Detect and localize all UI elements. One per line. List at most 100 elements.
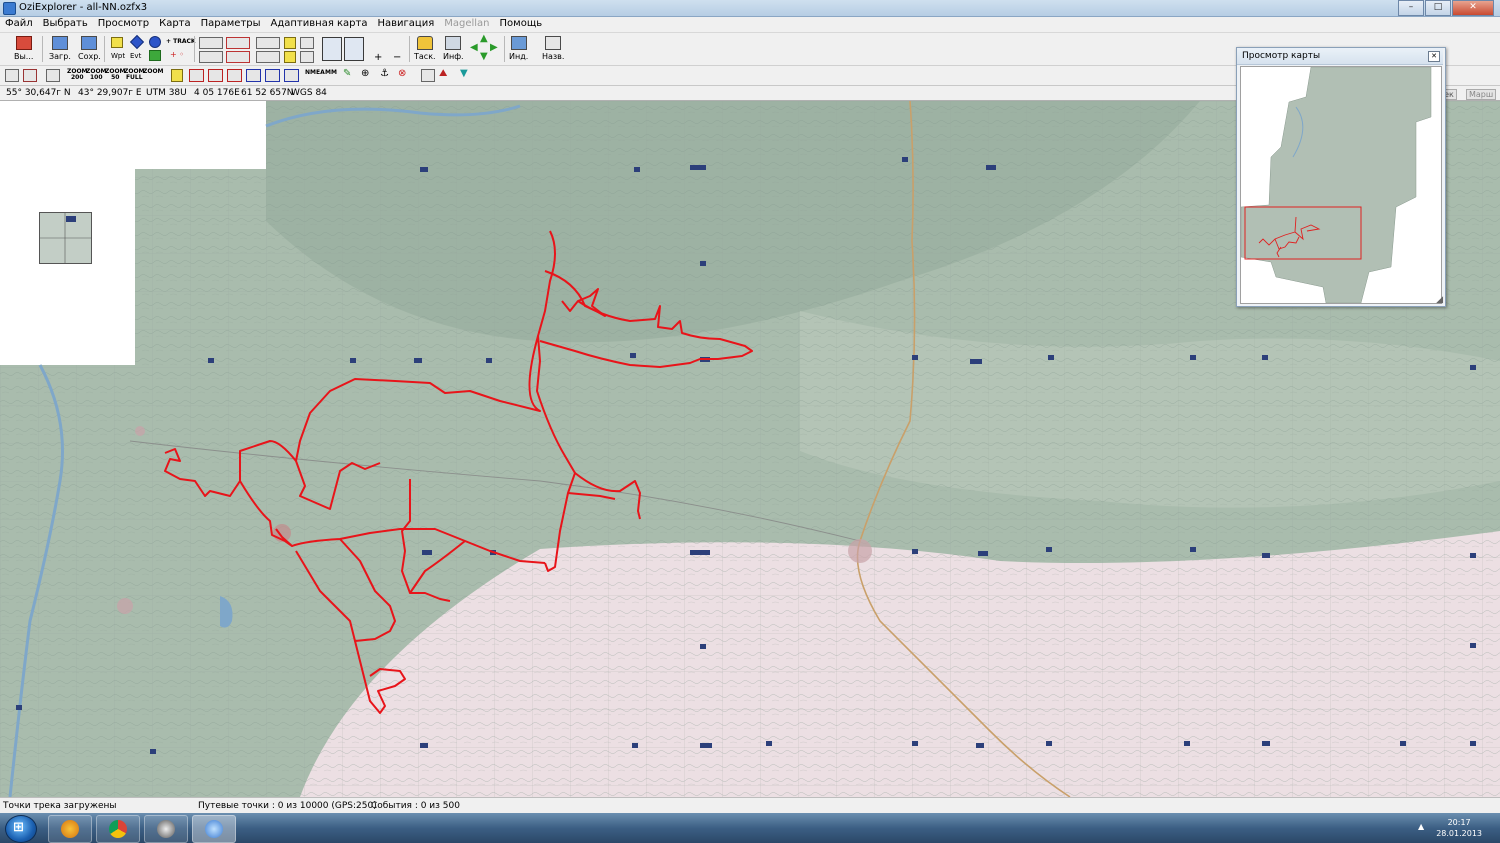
zoom-extra-button[interactable]: ZOOM (143, 69, 164, 75)
status-bar: Точки трека загружены Путевые точки : 0 … (0, 797, 1500, 813)
pan-arrows-icon[interactable]: ▲ ▼ ◀ ▶ (470, 33, 498, 63)
toolbar-separator (504, 36, 505, 62)
zoom-50-button[interactable]: ZOOM 50 (105, 69, 126, 81)
event-icon[interactable] (129, 34, 145, 50)
moving-map-icon[interactable]: ✎ (343, 68, 351, 79)
exit-button[interactable]: Вы... (14, 33, 33, 61)
mm-label[interactable]: MM (325, 69, 337, 76)
menu-file[interactable]: Файл (0, 17, 38, 32)
gps-upload-icon[interactable] (246, 69, 261, 82)
map-list-icon[interactable] (284, 37, 296, 49)
app-3-icon (157, 820, 175, 838)
tray-expand-icon[interactable]: ▲ (1418, 822, 1424, 831)
maximize-button[interactable]: □ (1425, 0, 1451, 16)
start-button[interactable]: ⊞ (5, 815, 37, 843)
event-count: События : 0 из 500 (371, 801, 460, 811)
zoom-out-icon[interactable]: − (393, 52, 401, 63)
crosshair-icon[interactable]: ⊕ (361, 68, 369, 79)
show-track-icon[interactable] (199, 37, 223, 49)
gps-track-icon[interactable] (227, 69, 242, 82)
track-add-icon[interactable]: + ◦ (170, 50, 184, 59)
menu-navigation[interactable]: Навигация (372, 17, 439, 32)
taskbar-oziexplorer[interactable] (192, 815, 236, 843)
track-label[interactable]: + TRACK (166, 38, 196, 45)
close-icon[interactable]: ✕ (1428, 51, 1440, 62)
proximity-icon[interactable] (149, 36, 161, 48)
menu-settings[interactable]: Параметры (196, 17, 266, 32)
map-copy-icon[interactable] (46, 69, 60, 82)
town (117, 598, 133, 614)
map-feature-icon[interactable] (149, 50, 161, 61)
map-thumbnail[interactable] (39, 212, 92, 264)
menu-view[interactable]: Просмотр (93, 17, 154, 32)
town (135, 426, 145, 436)
toolbar-separator (42, 36, 43, 62)
zoom-100-bottom: 100 (90, 74, 103, 81)
map-index-icon[interactable] (284, 51, 296, 63)
elevation-chart-icon[interactable]: ⛰ (439, 68, 447, 79)
menu-select[interactable]: Выбрать (38, 17, 93, 32)
info-icon (445, 36, 462, 50)
hidden-tab-right[interactable]: Марш (1466, 89, 1497, 100)
map-overview-panel[interactable]: Просмотр карты ✕ ◢ (1236, 47, 1446, 307)
grid-icon[interactable] (300, 37, 314, 49)
gps-disconnect-icon[interactable] (23, 69, 37, 82)
draw-route-icon[interactable] (256, 37, 280, 49)
show-waypoints-icon[interactable] (226, 37, 250, 49)
close-button[interactable]: ✕ (1452, 0, 1494, 16)
show-track-control-icon[interactable] (199, 51, 223, 63)
menu-bar: Файл Выбрать Просмотр Карта Параметры Ад… (0, 17, 1500, 33)
latitude-readout: 55° 30,647г N (6, 88, 71, 98)
task-button[interactable]: Таск. (414, 33, 436, 61)
ruler-icon[interactable] (300, 51, 314, 63)
stop-icon[interactable]: ⊗ (398, 68, 406, 79)
zoom-100-button[interactable]: ZOOM 100 (86, 69, 107, 81)
filter-icon[interactable]: ▼ (460, 68, 468, 79)
find-map-icon[interactable] (322, 37, 342, 61)
status-message: Точки трека загружены (3, 801, 117, 811)
index-button[interactable]: Инд. (509, 33, 528, 61)
resize-grip-icon[interactable]: ◢ (1436, 295, 1443, 305)
save-button[interactable]: Сохр. (78, 33, 101, 61)
easting-readout: 4 05 176E (194, 88, 240, 98)
anchor-icon[interactable]: ⚓ (380, 68, 389, 79)
town (848, 539, 872, 563)
zoom-full-bottom: FULL (125, 74, 143, 81)
oziexplorer-icon (205, 820, 223, 838)
info-button[interactable]: Инф. (443, 33, 464, 61)
zoom-full-button[interactable]: ZOOM FULL (124, 69, 145, 81)
menu-help[interactable]: Помощь (495, 17, 548, 32)
nmea-label[interactable]: NMEA (305, 69, 325, 76)
menu-map[interactable]: Карта (154, 17, 196, 32)
longitude-readout: 43° 29,907г E (78, 88, 142, 98)
show-events-icon[interactable] (226, 51, 250, 63)
chrome-icon (109, 820, 127, 838)
gps-connect-icon[interactable] (5, 69, 19, 82)
menu-adaptive-map[interactable]: Адаптивная карта (266, 17, 373, 32)
save-label: Сохр. (78, 52, 101, 61)
zoom-200-button[interactable]: ZOOM 200 (67, 69, 88, 81)
menu-magellan[interactable]: Magellan (439, 17, 494, 32)
overview-map[interactable] (1240, 66, 1442, 304)
windows-logo-icon: ⊞ (13, 820, 24, 835)
gps-waypoint-icon[interactable] (189, 69, 204, 82)
name-button[interactable]: Назв. (542, 33, 564, 61)
taskbar-chrome[interactable] (96, 815, 140, 843)
taskbar-app-1[interactable] (48, 815, 92, 843)
draw-icon[interactable] (256, 51, 280, 63)
print-icon[interactable] (171, 69, 183, 82)
zoom-in-icon[interactable]: + (374, 52, 382, 63)
properties-icon[interactable] (421, 69, 435, 82)
waypoint-count: Путевые точки : 0 из 10000 (GPS:250) (198, 801, 377, 811)
select-map-icon[interactable] (344, 37, 364, 61)
load-button[interactable]: Загр. (49, 33, 71, 61)
overview-header[interactable]: Просмотр карты ✕ (1237, 48, 1443, 65)
waypoint-icon[interactable] (111, 37, 123, 48)
clock[interactable]: 20:17 28.01.2013 (1436, 817, 1482, 839)
gps-download-icon[interactable] (265, 69, 280, 82)
gps-sync-icon[interactable] (284, 69, 299, 82)
gps-route-icon[interactable] (208, 69, 223, 82)
minimize-button[interactable]: – (1398, 0, 1424, 16)
exit-icon (15, 36, 32, 50)
taskbar-app-3[interactable] (144, 815, 188, 843)
